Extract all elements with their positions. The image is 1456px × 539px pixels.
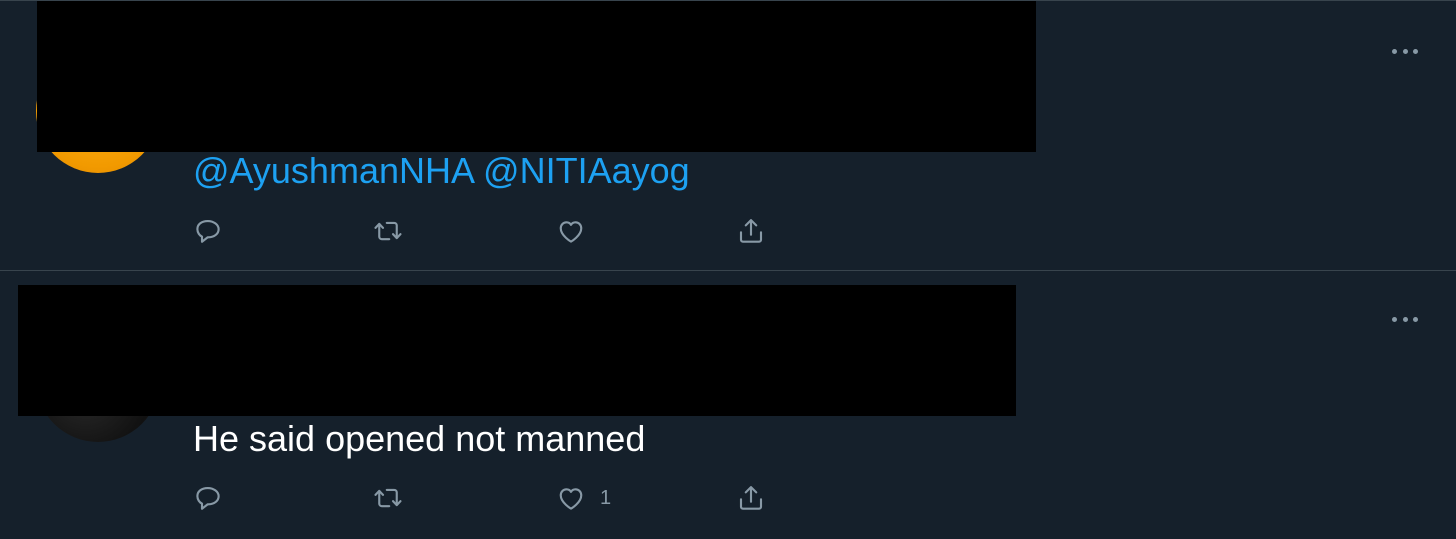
more-options-dot: [1413, 48, 1418, 54]
redacted-header: [18, 285, 1016, 416]
retweet-button[interactable]: [373, 215, 403, 247]
like-count: 1: [600, 486, 612, 509]
share-icon: [739, 219, 763, 243]
retweet-icon: [374, 221, 402, 241]
like-button[interactable]: 1: [556, 482, 611, 514]
mention-link[interactable]: @NITIAayog: [483, 150, 690, 191]
tweet[interactable]: @AyushmanNHA @NITIAayog: [0, 0, 1456, 270]
reply-button[interactable]: [193, 215, 223, 247]
more-options-button[interactable]: [1392, 315, 1418, 323]
more-options-icon: [1392, 316, 1397, 322]
more-options-button[interactable]: [1392, 47, 1418, 55]
reply-icon: [196, 486, 220, 510]
tweet-actions: [193, 215, 793, 247]
heart-icon: [559, 221, 583, 243]
more-options-dot: [1413, 316, 1418, 322]
reply-button[interactable]: [193, 482, 223, 514]
share-button[interactable]: [736, 215, 766, 247]
redacted-header: [37, 1, 1036, 152]
reply-icon: [196, 219, 220, 243]
retweet-button[interactable]: [373, 482, 403, 514]
tweet-feed: @AyushmanNHA @NITIAayog He said opened n…: [0, 0, 1456, 539]
share-button[interactable]: [736, 482, 766, 514]
retweet-icon: [374, 488, 402, 508]
heart-icon: [559, 488, 583, 510]
share-icon: [739, 486, 763, 510]
more-options-dot: [1402, 48, 1408, 54]
tweet-text: He said opened not manned: [193, 418, 646, 459]
like-button[interactable]: [556, 215, 600, 247]
more-options-dot: [1402, 316, 1408, 322]
tweet-actions: 1: [193, 482, 793, 514]
tweet-text: @AyushmanNHA @NITIAayog: [193, 151, 690, 191]
more-options-icon: [1392, 48, 1397, 54]
mention-link[interactable]: @AyushmanNHA: [193, 150, 473, 191]
